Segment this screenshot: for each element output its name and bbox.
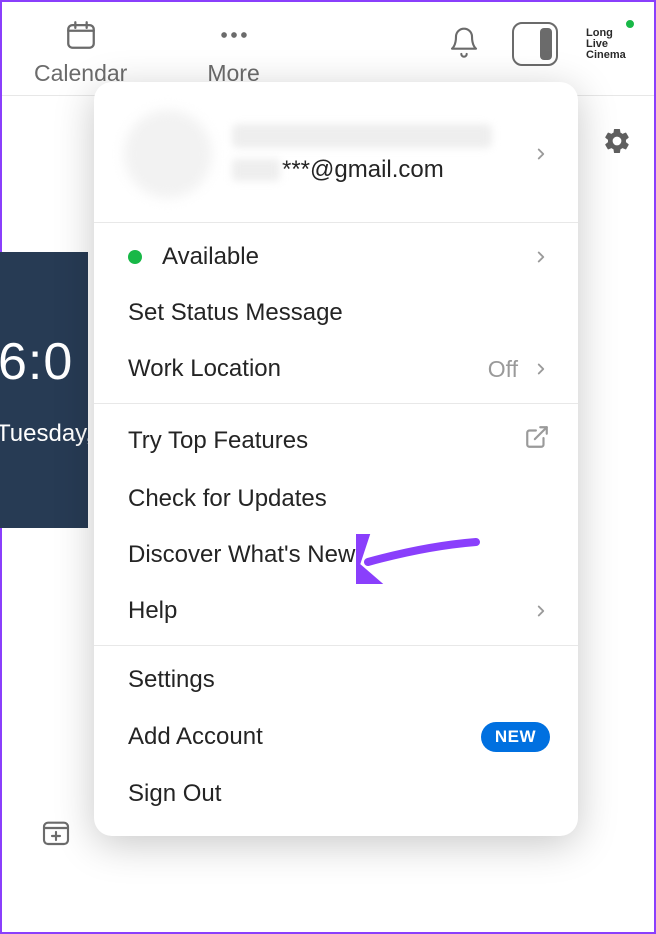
status-available-item[interactable]: Available (94, 229, 578, 285)
account-email: ***@gmail.com (232, 156, 532, 184)
chevron-right-icon (532, 355, 550, 383)
sign-out-item[interactable]: Sign Out (94, 766, 578, 822)
clock-day: Tuesday, (0, 420, 88, 448)
check-updates-item[interactable]: Check for Updates (94, 471, 578, 527)
external-link-icon (524, 424, 550, 457)
avatar (124, 110, 212, 198)
panel-bar-icon (540, 28, 552, 60)
work-location-value: Off (488, 356, 518, 383)
account-text: ***@gmail.com (232, 124, 532, 184)
add-calendar-button[interactable] (40, 816, 74, 850)
settings-item[interactable]: Settings (94, 652, 578, 708)
account-name-redacted (232, 124, 492, 148)
today-card: 6:0 Tuesday, (0, 252, 88, 528)
check-updates-label: Check for Updates (128, 485, 327, 513)
available-label: Available (162, 243, 259, 271)
notifications-button[interactable] (442, 22, 486, 66)
work-location-label: Work Location (128, 355, 281, 383)
menu-divider (94, 222, 578, 223)
whats-new-item[interactable]: Discover What's New (94, 527, 578, 583)
new-badge: NEW (481, 722, 550, 752)
settings-label: Settings (128, 666, 215, 694)
account-row[interactable]: ***@gmail.com (94, 94, 578, 220)
set-status-item[interactable]: Set Status Message (94, 285, 578, 341)
menu-divider (94, 645, 578, 646)
email-redacted-prefix (232, 159, 280, 181)
menu-divider (94, 403, 578, 404)
set-status-label: Set Status Message (128, 299, 343, 327)
settings-gear-button[interactable] (602, 126, 632, 161)
help-item[interactable]: Help (94, 583, 578, 639)
top-features-item[interactable]: Try Top Features (94, 410, 578, 471)
content-area: 6:0 Tuesday, ***@gmail.com Available (0, 96, 656, 934)
calendar-tab[interactable]: Calendar (34, 18, 127, 87)
help-label: Help (128, 597, 177, 625)
chevron-right-icon (532, 140, 550, 168)
calendar-icon (64, 18, 98, 52)
more-tab[interactable]: More (207, 18, 259, 87)
clock-time: 6:0 (0, 332, 88, 392)
more-icon (214, 18, 254, 52)
bell-icon (448, 26, 480, 63)
status-dot-icon (128, 250, 142, 264)
top-features-label: Try Top Features (128, 427, 308, 455)
profile-button[interactable]: Long Live Cinema (584, 18, 636, 70)
work-location-item[interactable]: Work Location Off (94, 341, 578, 397)
add-account-item[interactable]: Add Account NEW (94, 708, 578, 766)
panel-toggle-button[interactable] (512, 22, 558, 66)
chevron-right-icon (532, 243, 550, 271)
chevron-right-icon (532, 597, 550, 625)
presence-dot-icon (624, 18, 636, 30)
add-account-label: Add Account (128, 723, 263, 751)
whats-new-label: Discover What's New (128, 541, 355, 569)
sign-out-label: Sign Out (128, 780, 221, 808)
profile-menu: ***@gmail.com Available Set Status Messa… (94, 82, 578, 836)
